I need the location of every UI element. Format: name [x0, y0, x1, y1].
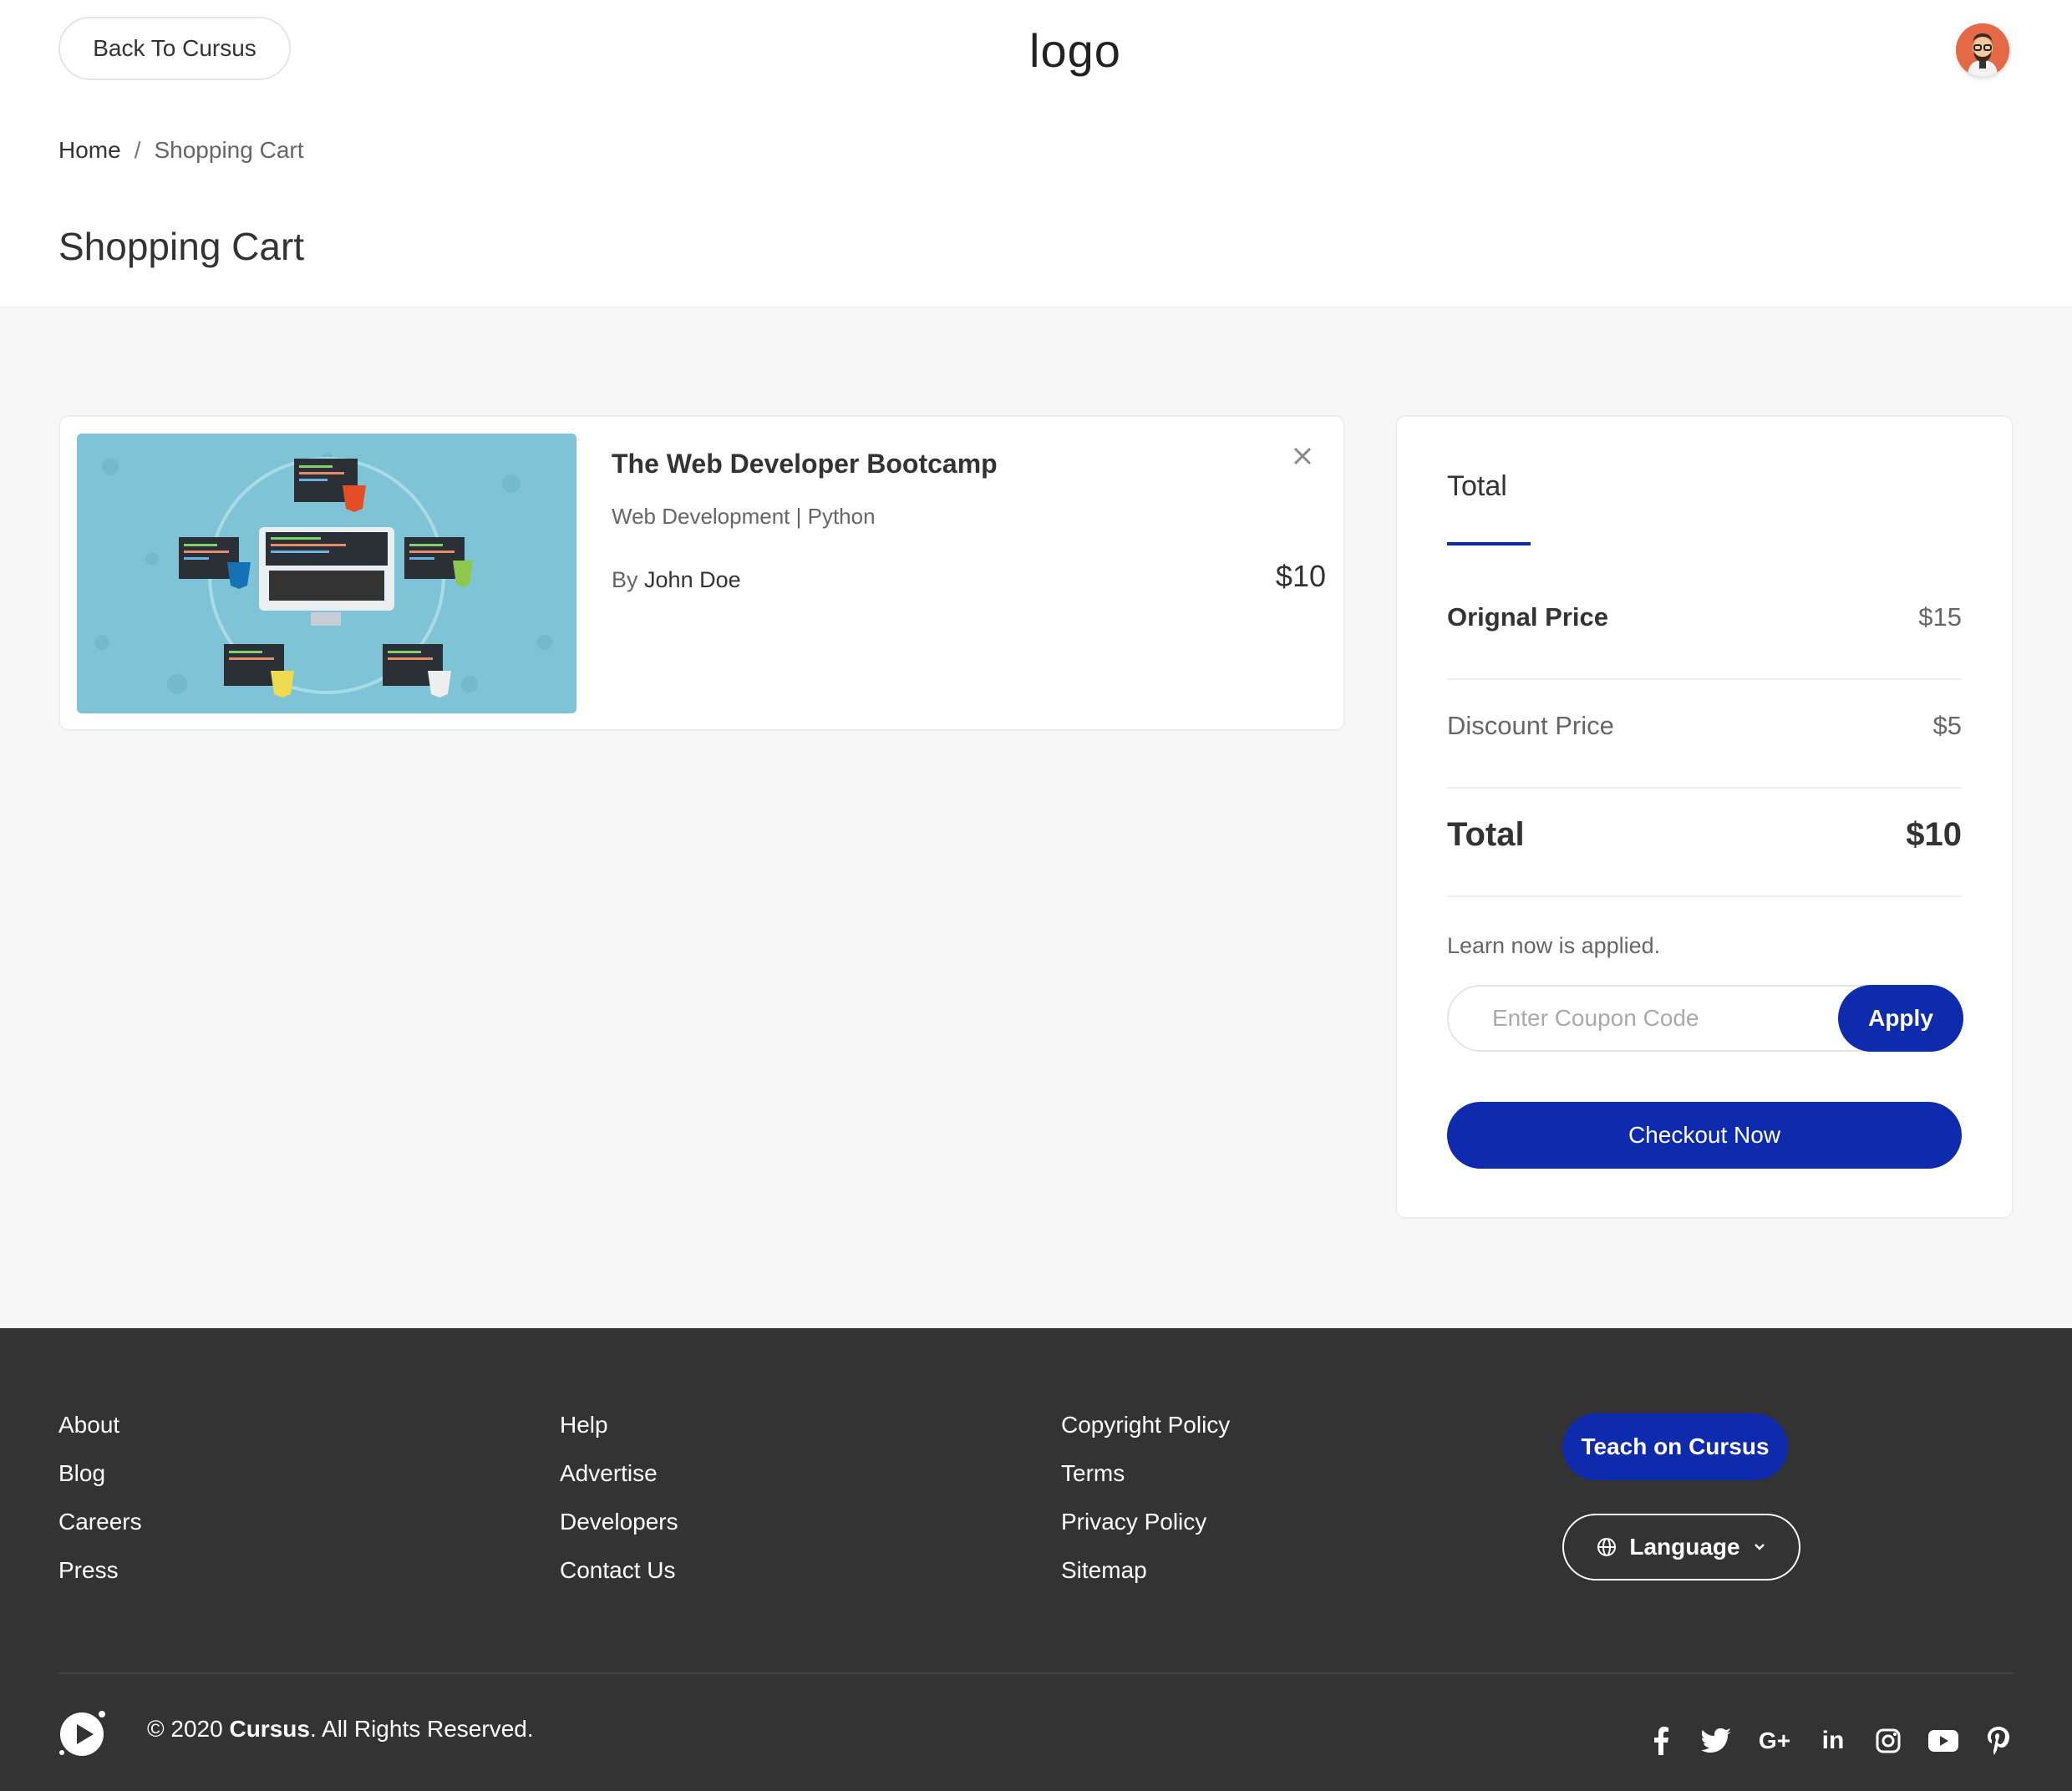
course-thumbnail[interactable]	[77, 434, 576, 713]
breadcrumb-home[interactable]: Home	[58, 137, 121, 164]
summary-heading: Total	[1447, 470, 1507, 502]
cart-item: The Web Developer Bootcamp Web Developme…	[58, 415, 1345, 731]
user-avatar-icon[interactable]	[1956, 23, 2009, 77]
top-header: Back To Cursus logo	[0, 0, 2072, 100]
footer-column-support: Help Advertise Developers Contact Us	[560, 1412, 678, 1584]
cursus-logo-icon[interactable]	[58, 1707, 109, 1758]
author-name[interactable]: John Doe	[644, 567, 741, 592]
footer-link-blog[interactable]: Blog	[58, 1460, 142, 1487]
footer-link-terms[interactable]: Terms	[1061, 1460, 1230, 1487]
apply-coupon-button[interactable]: Apply	[1838, 985, 1963, 1052]
copyright-brand: Cursus	[229, 1716, 310, 1742]
globe-icon	[1597, 1538, 1617, 1556]
original-price-row: Orignal Price $15	[1447, 602, 1962, 632]
discount-price-label: Discount Price	[1447, 711, 1614, 740]
discount-price-value: $5	[1932, 711, 1962, 740]
close-icon[interactable]	[1288, 442, 1317, 470]
coupon-code-input[interactable]	[1492, 1002, 1826, 1035]
footer-link-help[interactable]: Help	[560, 1412, 678, 1438]
google-plus-icon[interactable]: G+	[1756, 1726, 1793, 1756]
total-row: Total $10	[1447, 816, 1962, 854]
breadcrumb-current: Shopping Cart	[154, 137, 304, 163]
footer-link-careers[interactable]: Careers	[58, 1509, 142, 1535]
logo[interactable]: logo	[1029, 23, 1121, 78]
coupon-applied-message: Learn now is applied.	[1447, 933, 1661, 958]
pinterest-icon[interactable]	[1983, 1726, 2014, 1756]
breadcrumb: Home / Shopping Cart	[58, 137, 304, 164]
facebook-icon[interactable]	[1646, 1726, 1676, 1756]
language-dropdown[interactable]: Language	[1562, 1514, 1800, 1580]
heading-underline	[1447, 542, 1531, 545]
divider	[1447, 787, 1962, 789]
original-price-label: Orignal Price	[1447, 602, 1608, 632]
original-price-value: $15	[1918, 602, 1962, 632]
footer-column-company: About Blog Careers Press	[58, 1412, 142, 1584]
divider	[1447, 678, 1962, 680]
social-links: G+ in	[1646, 1726, 2014, 1756]
order-summary: Total Orignal Price $15 Discount Price $…	[1395, 415, 2014, 1219]
footer-link-copyright-policy[interactable]: Copyright Policy	[1061, 1412, 1230, 1438]
total-label: Total	[1447, 816, 1525, 853]
youtube-icon[interactable]	[1928, 1726, 1958, 1756]
course-price: $10	[1275, 559, 1326, 593]
footer-link-about[interactable]: About	[58, 1412, 142, 1438]
checkout-button[interactable]: Checkout Now	[1447, 1102, 1962, 1169]
instagram-icon[interactable]	[1873, 1726, 1903, 1756]
page-title: Shopping Cart	[58, 225, 305, 268]
footer-link-press[interactable]: Press	[58, 1557, 142, 1584]
footer-link-contact[interactable]: Contact Us	[560, 1557, 678, 1584]
copyright-text: © 2020 Cursus. All Rights Reserved.	[147, 1716, 534, 1743]
coupon-form: Apply	[1447, 985, 1963, 1052]
teach-on-cursus-button[interactable]: Teach on Cursus	[1562, 1413, 1788, 1480]
twitter-icon[interactable]	[1701, 1726, 1731, 1756]
footer-divider	[58, 1672, 2014, 1674]
footer-link-privacy-policy[interactable]: Privacy Policy	[1061, 1509, 1230, 1535]
discount-price-row: Discount Price $5	[1447, 711, 1962, 741]
author-by-label: By	[612, 567, 638, 592]
course-title[interactable]: The Web Developer Bootcamp	[612, 449, 998, 479]
back-to-cursus-button[interactable]: Back To Cursus	[58, 17, 291, 80]
footer-link-developers[interactable]: Developers	[560, 1509, 678, 1535]
footer-column-legal: Copyright Policy Terms Privacy Policy Si…	[1061, 1412, 1230, 1584]
breadcrumb-separator: /	[134, 137, 141, 163]
footer-link-sitemap[interactable]: Sitemap	[1061, 1557, 1230, 1584]
course-author: By John Doe	[612, 567, 741, 593]
footer-link-advertise[interactable]: Advertise	[560, 1460, 678, 1487]
footer: About Blog Careers Press Help Advertise …	[0, 1328, 2072, 1791]
linkedin-icon[interactable]: in	[1818, 1726, 1848, 1756]
language-label: Language	[1629, 1534, 1740, 1560]
copyright-prefix: © 2020	[147, 1716, 223, 1742]
page-header: Home / Shopping Cart Shopping Cart	[0, 100, 2072, 307]
total-value: $10	[1906, 816, 1962, 853]
divider	[1447, 896, 1962, 897]
chevron-down-icon	[1754, 1544, 1765, 1550]
course-categories: Web Development | Python	[612, 504, 876, 529]
copyright-suffix: . All Rights Reserved.	[309, 1716, 534, 1742]
